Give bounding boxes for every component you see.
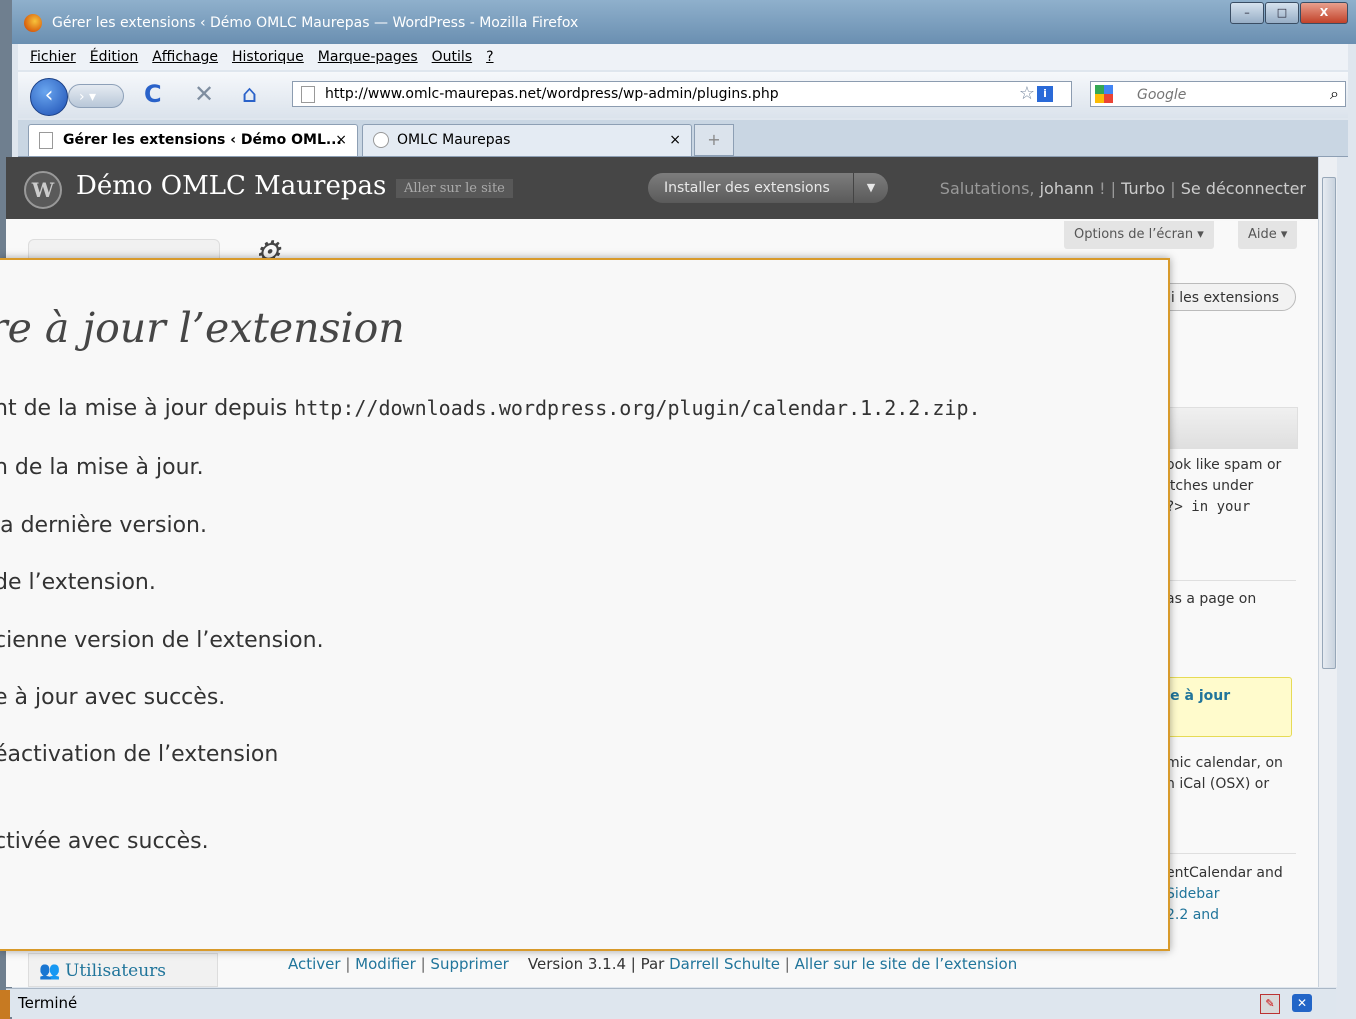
addon-icon[interactable]: ✎ [1260, 994, 1280, 1014]
page-icon [301, 86, 315, 103]
edit-link[interactable]: Modifier [355, 955, 416, 973]
plugin-version: Version 3.1.4 | Par [527, 955, 665, 973]
google-icon[interactable] [1095, 85, 1113, 103]
activate-link[interactable]: Activer [288, 955, 341, 973]
search-input[interactable] [1135, 84, 1319, 106]
dialog-title: re à jour l’extension [0, 304, 405, 352]
plugin-description: mic calendar, on n iCal (OSX) or [1166, 755, 1283, 792]
close-tab-icon[interactable]: × [669, 125, 681, 155]
menu-bar: Fichier Édition Affichage Historique Mar… [18, 44, 1348, 70]
search-icon[interactable]: ⌕ [1330, 84, 1339, 104]
update-progress-dialog: re à jour l’extension nt de la mise à jo… [0, 258, 1170, 951]
help-button[interactable]: Aide ▾ [1238, 221, 1298, 249]
progress-line: éactivation de l’extension [0, 742, 279, 767]
tab-bar: Gérer les extensions ‹ Démo OML... × OML… [18, 120, 1348, 157]
back-button[interactable]: ‹ [30, 78, 68, 116]
progress-line: n de la mise à jour. [0, 455, 204, 480]
visit-site-link[interactable]: Aller sur le site [396, 179, 513, 198]
greeting-text: Salutations, [939, 179, 1035, 198]
username-link[interactable]: johann [1040, 179, 1094, 198]
tab-omlc-maurepas[interactable]: OMLC Maurepas × [362, 124, 692, 156]
scrollbar-thumb[interactable] [1322, 177, 1336, 669]
menu-marque-pages[interactable]: Marque-pages [318, 49, 418, 65]
info-icon[interactable]: i [1037, 86, 1053, 102]
menu-edition[interactable]: Édition [90, 49, 138, 65]
menu-help[interactable]: ? [486, 49, 493, 65]
bookmark-star-icon[interactable]: ☆ [1019, 82, 1035, 106]
address-bar[interactable]: http://www.omlc-maurepas.net/wordpress/w… [292, 81, 1072, 107]
maximize-button[interactable]: □ [1265, 2, 1299, 24]
users-icon: 👥 [39, 961, 61, 981]
tab-label: OMLC Maurepas [397, 132, 511, 148]
firefox-logo-icon [24, 14, 42, 32]
plugin-description: as a page on [1166, 591, 1257, 607]
screen-options-button[interactable]: Options de l’écran ▾ [1064, 221, 1214, 249]
plugin-description: entCalendar and Sidebar 2.2 and [1166, 865, 1283, 923]
progress-line: nt de la mise à jour depuis http://downl… [0, 396, 981, 421]
minimize-button[interactable]: – [1230, 2, 1264, 24]
desktop-corner [0, 990, 10, 1019]
status-bar: Terminé ✎ ✕ [6, 988, 1336, 1017]
author-link[interactable]: Darrell Schulte [669, 955, 780, 973]
extension-icon[interactable]: ✕ [1292, 994, 1312, 1012]
sidebar-item-users[interactable]: 👥 Utilisateurs [28, 953, 218, 987]
stop-icon[interactable]: ✕ [194, 80, 214, 108]
tab-label: Gérer les extensions ‹ Démo OML... [63, 132, 342, 148]
page-icon [39, 132, 53, 149]
chevron-down-icon[interactable]: ▼ [853, 173, 888, 203]
delete-link[interactable]: Supprimer [430, 955, 508, 973]
wordpress-logo-icon: W [24, 171, 62, 209]
search-bar[interactable]: ⌕ [1090, 81, 1346, 107]
vertical-scrollbar[interactable] [1318, 157, 1337, 987]
new-tab-button[interactable]: + [694, 124, 734, 156]
window-title: Gérer les extensions ‹ Démo OMLC Maurepa… [52, 15, 579, 31]
forward-button[interactable]: › ▾ [68, 84, 124, 108]
navigation-toolbar: ‹ › ▾ C ✕ ⌂ http://www.omlc-maurepas.net… [18, 72, 1348, 118]
turbo-link[interactable]: Turbo [1121, 179, 1165, 198]
menu-fichier[interactable]: Fichier [30, 49, 76, 65]
menu-outils[interactable]: Outils [432, 49, 472, 65]
site-icon [373, 132, 389, 148]
progress-line: ctivée avec succès. [0, 829, 209, 854]
close-window-button[interactable]: X [1300, 2, 1348, 24]
plugin-row-actions: Activer | Modifier | Supprimer Version 3… [288, 955, 1018, 973]
tab-gerer-extensions[interactable]: Gérer les extensions ‹ Démo OML... × [28, 124, 358, 156]
close-tab-icon[interactable]: × [335, 125, 347, 155]
sidebar-item-label: Utilisateurs [65, 961, 167, 981]
site-name: Démo OMLC Maurepas [76, 171, 387, 201]
progress-line: e à jour avec succès. [0, 685, 226, 710]
favorite-action-label: Installer des extensions [664, 180, 830, 196]
progress-line: de l’extension. [0, 570, 156, 595]
reload-icon[interactable]: C [144, 80, 162, 108]
favorite-actions-button[interactable]: Installer des extensions ▼ [648, 173, 888, 203]
home-icon[interactable]: ⌂ [242, 80, 257, 108]
status-text: Terminé [18, 994, 78, 1012]
progress-line: cienne version de l’extension. [0, 628, 324, 653]
title-bar: Gérer les extensions ‹ Démo OMLC Maurepa… [12, 0, 1356, 44]
plugin-description: ook like spam or itches under ?> in your [1166, 457, 1282, 515]
menu-affichage[interactable]: Affichage [152, 49, 218, 65]
menu-historique[interactable]: Historique [232, 49, 304, 65]
plugin-site-link[interactable]: Aller sur le site de l’extension [795, 955, 1018, 973]
progress-line: la dernière version. [0, 513, 207, 538]
user-info: Salutations, johann ! | Turbo | Se décon… [939, 179, 1306, 198]
logout-link[interactable]: Se déconnecter [1181, 179, 1306, 198]
url-text: http://www.omlc-maurepas.net/wordpress/w… [325, 86, 779, 102]
download-url: http://downloads.wordpress.org/plugin/ca… [294, 396, 981, 420]
wp-header: W Démo OMLC Maurepas Aller sur le site I… [6, 157, 1318, 219]
